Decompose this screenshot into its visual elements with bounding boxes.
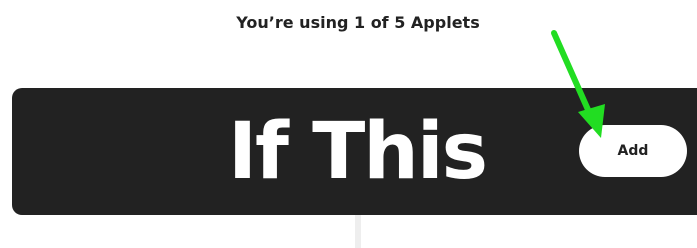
if-this-title: If This	[227, 107, 488, 197]
applet-usage-text: You’re using 1 of 5 Applets	[236, 13, 480, 32]
connector-line	[355, 215, 361, 248]
add-trigger-button[interactable]: Add	[579, 125, 687, 177]
